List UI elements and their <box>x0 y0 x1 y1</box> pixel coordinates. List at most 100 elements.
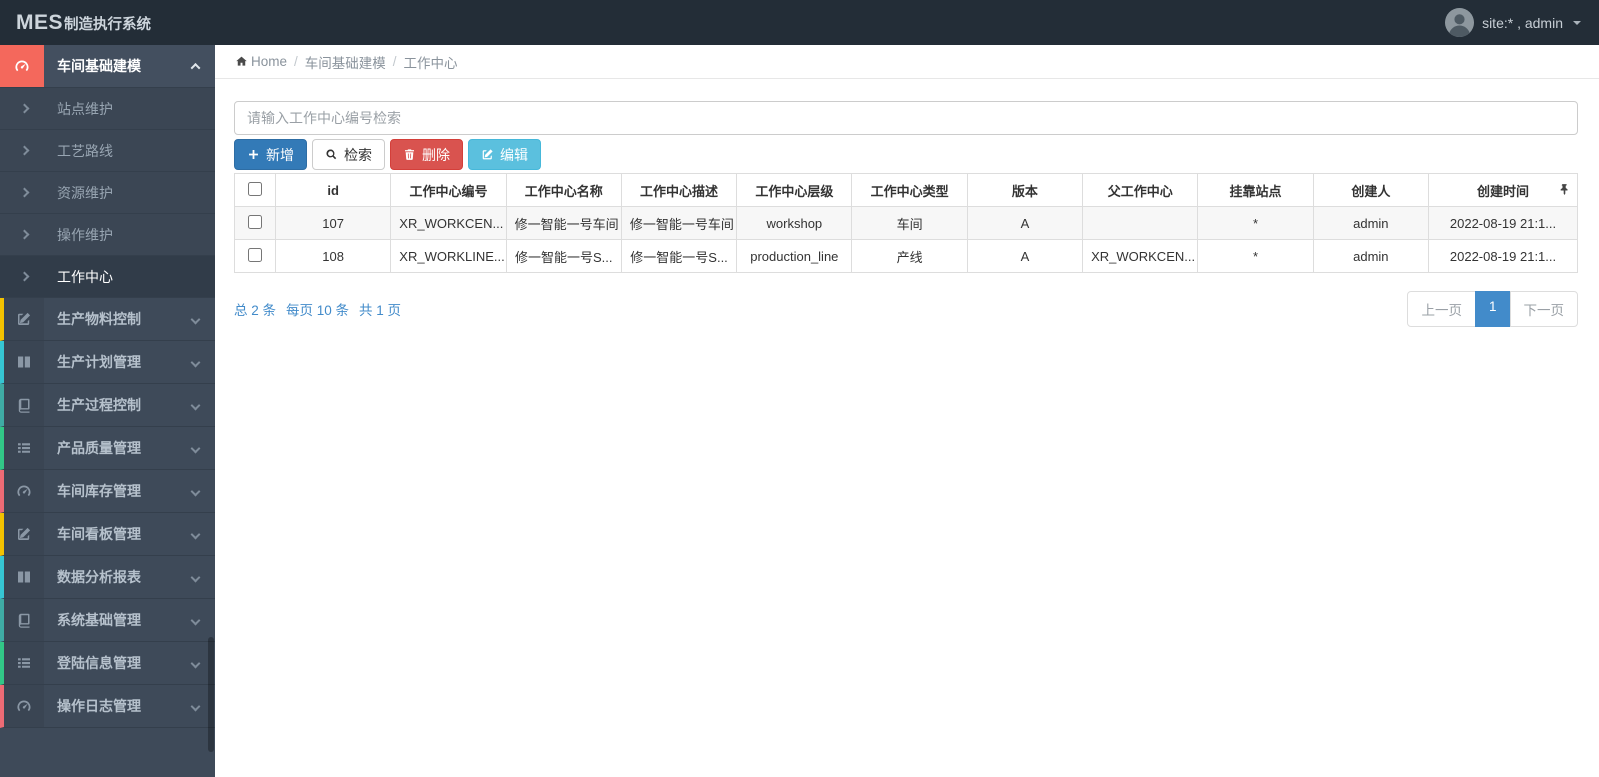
table-row[interactable]: 107 XR_WORKCEN... 修一智能一号车间 修一智能一号车间 work… <box>234 206 1578 240</box>
sidebar-item-label: 数据分析报表 <box>57 569 141 585</box>
sidebar-subitem-work-center[interactable]: 工作中心 <box>0 256 215 298</box>
column-header-description: 工作中心描述 <box>620 173 738 207</box>
column-header-type: 工作中心类型 <box>851 173 968 207</box>
sidebar-subitem-process-route[interactable]: 工艺路线 <box>0 130 215 172</box>
cell-creator: admin <box>1312 206 1430 240</box>
cell-type: 产线 <box>851 239 968 273</box>
sidebar-item-plan-management[interactable]: 生产计划管理 <box>0 341 215 384</box>
trash-icon <box>403 148 416 161</box>
cell-station: * <box>1197 239 1314 273</box>
chevron-down-icon <box>190 529 201 539</box>
table-row[interactable]: 108 XR_WORKLINE... 修一智能一号S... 修一智能一号S...… <box>234 239 1578 273</box>
cell-parent: XR_WORKCEN... <box>1082 239 1199 273</box>
prev-page-button[interactable]: 上一页 <box>1407 291 1476 327</box>
chevron-down-icon <box>190 486 201 496</box>
chevron-right-icon <box>0 229 44 240</box>
chevron-down-icon <box>190 357 201 367</box>
sidebar-item-workshop-modeling[interactable]: 车间基础建模 <box>0 45 215 88</box>
sidebar-subitem-station-maintenance[interactable]: 站点维护 <box>0 88 215 130</box>
sidebar-subitem-label: 资源维护 <box>57 184 113 201</box>
sidebar-subitem-label: 操作维护 <box>57 226 113 243</box>
sidebar-item-label: 生产计划管理 <box>57 354 141 370</box>
sidebar-item-inventory-management[interactable]: 车间库存管理 <box>0 470 215 513</box>
cell-level: workshop <box>736 206 853 240</box>
row-checkbox[interactable] <box>248 247 262 262</box>
sidebar-item-label: 车间看板管理 <box>57 526 141 542</box>
add-button[interactable]: 新增 <box>234 139 307 170</box>
cell-version: A <box>966 206 1084 240</box>
chevron-down-icon <box>190 400 201 410</box>
chevron-down-icon <box>190 443 201 453</box>
cell-description: 修一智能一号S... <box>620 239 738 273</box>
sidebar-subitem-label: 工作中心 <box>57 268 113 285</box>
breadcrumb-home-link[interactable]: Home <box>235 54 287 69</box>
sidebar-item-label: 产品质量管理 <box>57 440 141 456</box>
pin-icon[interactable] <box>1558 183 1571 196</box>
list-icon <box>4 427 44 469</box>
list-icon <box>4 642 44 684</box>
book-icon <box>4 384 44 426</box>
cell-created-time: 2022-08-19 21:1... <box>1428 239 1578 273</box>
delete-button[interactable]: 删除 <box>390 139 463 170</box>
sidebar-scrollbar[interactable] <box>208 637 214 752</box>
column-header-creator: 创建人 <box>1312 173 1430 207</box>
sidebar-item-operation-log[interactable]: 操作日志管理 <box>0 685 215 728</box>
user-menu-label: site:* , admin <box>1482 14 1563 31</box>
sidebar-item-kanban-management[interactable]: 车间看板管理 <box>0 513 215 556</box>
column-header-name: 工作中心名称 <box>505 173 622 207</box>
page-1-button[interactable]: 1 <box>1474 291 1511 327</box>
sidebar-item-system-management[interactable]: 系统基础管理 <box>0 599 215 642</box>
next-page-button[interactable]: 下一页 <box>1509 291 1578 327</box>
cell-level: production_line <box>736 239 853 273</box>
breadcrumb-home-label: Home <box>251 54 288 69</box>
pagination-summary: 总 2 条 每页 10 条 共 1 页 <box>234 299 401 319</box>
breadcrumb-item[interactable]: 车间基础建模 <box>305 52 386 72</box>
breadcrumb-item-current: 工作中心 <box>403 55 458 71</box>
chevron-up-icon <box>190 62 201 73</box>
book-icon <box>4 599 44 641</box>
cell-description: 修一智能一号车间 <box>620 206 738 240</box>
chevron-right-icon <box>0 271 44 282</box>
cell-parent <box>1082 206 1199 240</box>
caret-down-icon <box>1573 20 1581 25</box>
gauge-icon <box>4 685 44 727</box>
sidebar-item-quality-management[interactable]: 产品质量管理 <box>0 427 215 470</box>
select-all-checkbox[interactable] <box>248 181 262 196</box>
chevron-down-icon <box>190 658 201 668</box>
sidebar-subitem-operation-maintenance[interactable]: 操作维护 <box>0 214 215 256</box>
sidebar-subitem-label: 工艺路线 <box>57 142 113 159</box>
sidebar-item-data-analysis[interactable]: 数据分析报表 <box>0 556 215 599</box>
search-button[interactable]: 检索 <box>312 139 385 170</box>
edit-button[interactable]: 编辑 <box>468 139 541 170</box>
sidebar-item-login-info[interactable]: 登陆信息管理 <box>0 642 215 685</box>
chevron-down-icon <box>190 314 201 324</box>
sidebar-item-label: 车间库存管理 <box>57 483 141 499</box>
app-logo[interactable]: MES 制造执行系统 <box>16 11 151 35</box>
breadcrumb: Home / 车间基础建模 / 工作中心 <box>215 45 1599 79</box>
breadcrumb-separator: / <box>294 54 298 69</box>
table-header-row: id 工作中心编号 工作中心名称 工作中心描述 工作中心层级 工作中心类型 版本… <box>234 173 1578 207</box>
edit-icon <box>481 148 494 161</box>
add-button-label: 新增 <box>266 146 294 163</box>
home-icon <box>235 55 248 68</box>
sidebar-item-label: 操作日志管理 <box>57 698 141 714</box>
search-input[interactable] <box>234 101 1578 135</box>
chevron-right-icon <box>0 103 44 114</box>
chevron-down-icon <box>190 572 201 582</box>
sidebar-subitem-resource-maintenance[interactable]: 资源维护 <box>0 172 215 214</box>
app-logo-bold: MES <box>16 10 64 34</box>
row-checkbox[interactable] <box>248 214 262 229</box>
pagination-controls: 上一页 1 下一页 <box>1407 291 1578 327</box>
cell-name: 修一智能一号车间 <box>505 206 622 240</box>
user-menu[interactable]: site:* , admin <box>1445 8 1581 37</box>
columns-icon <box>4 556 44 598</box>
sidebar-item-material-control[interactable]: 生产物料控制 <box>0 298 215 341</box>
columns-icon <box>4 341 44 383</box>
sidebar-item-process-control[interactable]: 生产过程控制 <box>0 384 215 427</box>
app-logo-text: 制造执行系统 <box>64 16 152 33</box>
cell-version: A <box>966 239 1084 273</box>
search-icon <box>325 148 338 161</box>
gauge-icon <box>0 45 44 87</box>
pagination-total: 总 2 条 <box>234 303 277 318</box>
main-content: Home / 车间基础建模 / 工作中心 新增 检索 删除 <box>215 45 1599 777</box>
